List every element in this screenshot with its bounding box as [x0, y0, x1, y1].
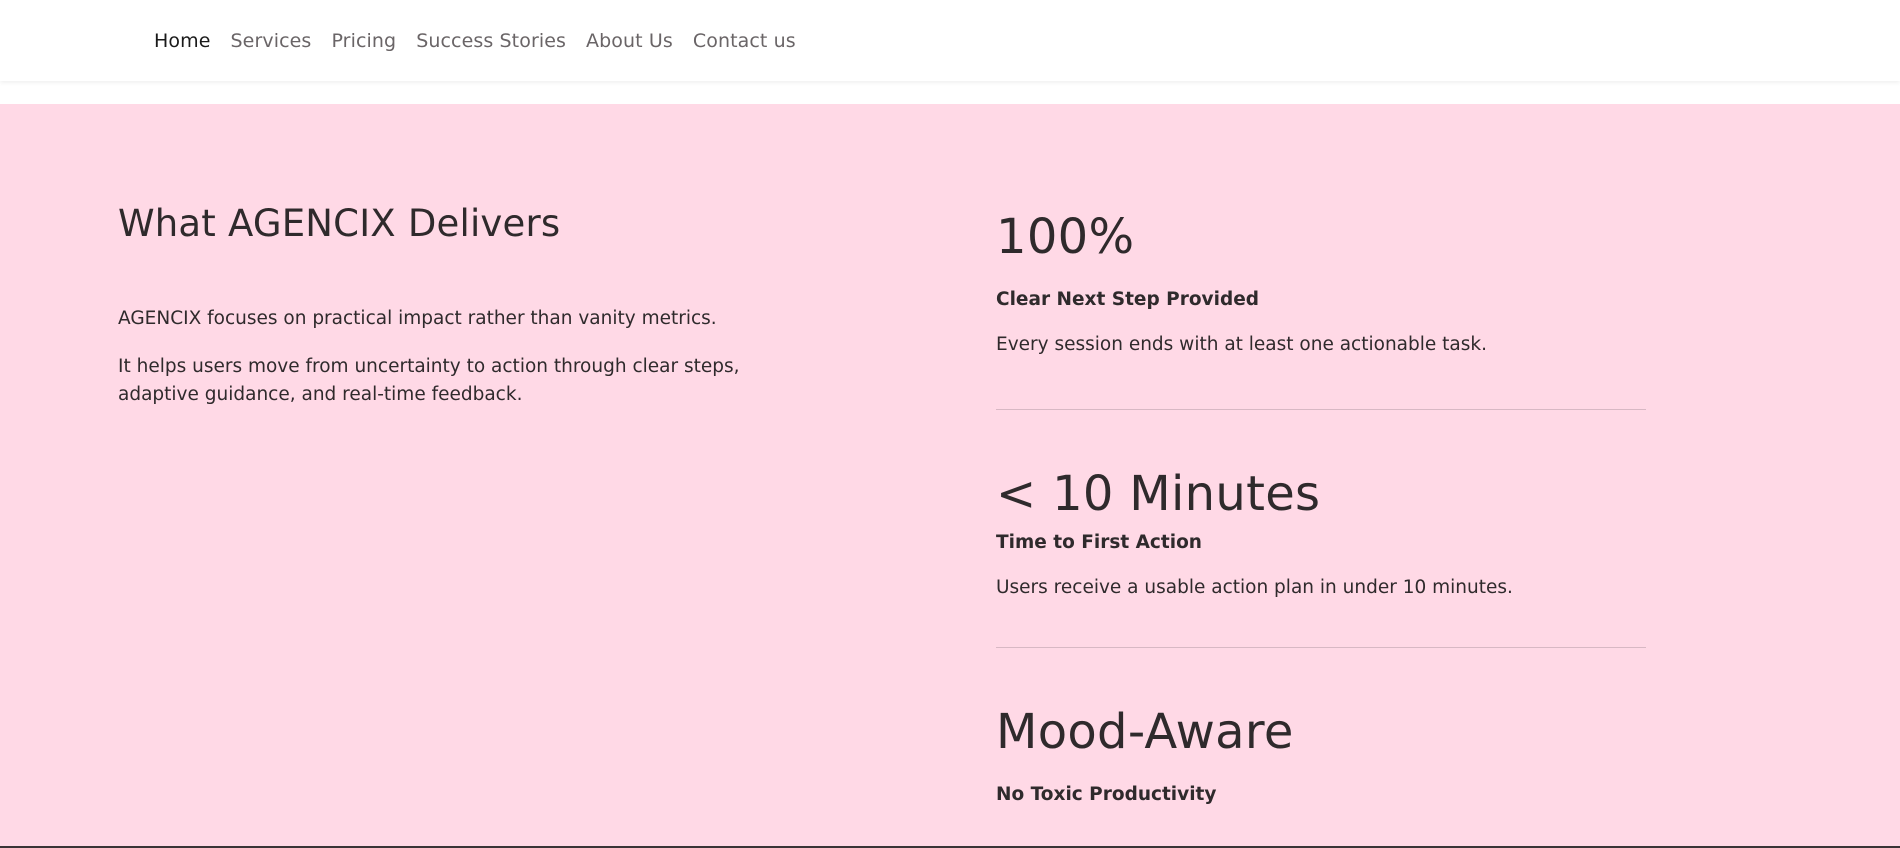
stat-item: < 10 Minutes Time to First Action Users … — [996, 466, 1646, 598]
section-heading: What AGENCIX Delivers — [118, 202, 561, 245]
stat-value: 100% — [996, 209, 1135, 265]
nav-link-home[interactable]: Home — [154, 30, 211, 52]
main-nav: Home Services Pricing Success Stories Ab… — [154, 30, 796, 52]
header-spacer — [0, 81, 1900, 104]
stat-label: No Toxic Productivity — [996, 784, 1217, 805]
stat-item: 100% Clear Next Step Provided Every sess… — [996, 209, 1646, 355]
stat-label: Clear Next Step Provided — [996, 289, 1259, 310]
stat-value: < 10 Minutes — [996, 466, 1321, 522]
intro-column: What AGENCIX Delivers AGENCIX focuses on… — [118, 202, 778, 409]
stat-description: Users receive a usable action plan in un… — [996, 577, 1513, 598]
intro-paragraph-1: AGENCIX focuses on practical impact rath… — [118, 308, 717, 329]
stat-description: Every session ends with at least one act… — [996, 334, 1487, 355]
stat-item: Mood-Aware No Toxic Productivity — [996, 704, 1646, 805]
delivers-section: What AGENCIX Delivers AGENCIX focuses on… — [0, 104, 1900, 848]
stat-label: Time to First Action — [996, 532, 1202, 553]
nav-link-about-us[interactable]: About Us — [586, 30, 673, 52]
nav-link-contact-us[interactable]: Contact us — [693, 30, 796, 52]
nav-link-services[interactable]: Services — [231, 30, 312, 52]
stat-divider — [996, 409, 1646, 410]
intro-paragraph-2: It helps users move from uncertainty to … — [118, 356, 740, 405]
stat-value: Mood-Aware — [996, 704, 1294, 760]
nav-link-pricing[interactable]: Pricing — [331, 30, 396, 52]
stat-divider — [996, 647, 1646, 648]
top-navigation-bar: Home Services Pricing Success Stories Ab… — [0, 0, 1900, 81]
nav-link-success-stories[interactable]: Success Stories — [416, 30, 566, 52]
